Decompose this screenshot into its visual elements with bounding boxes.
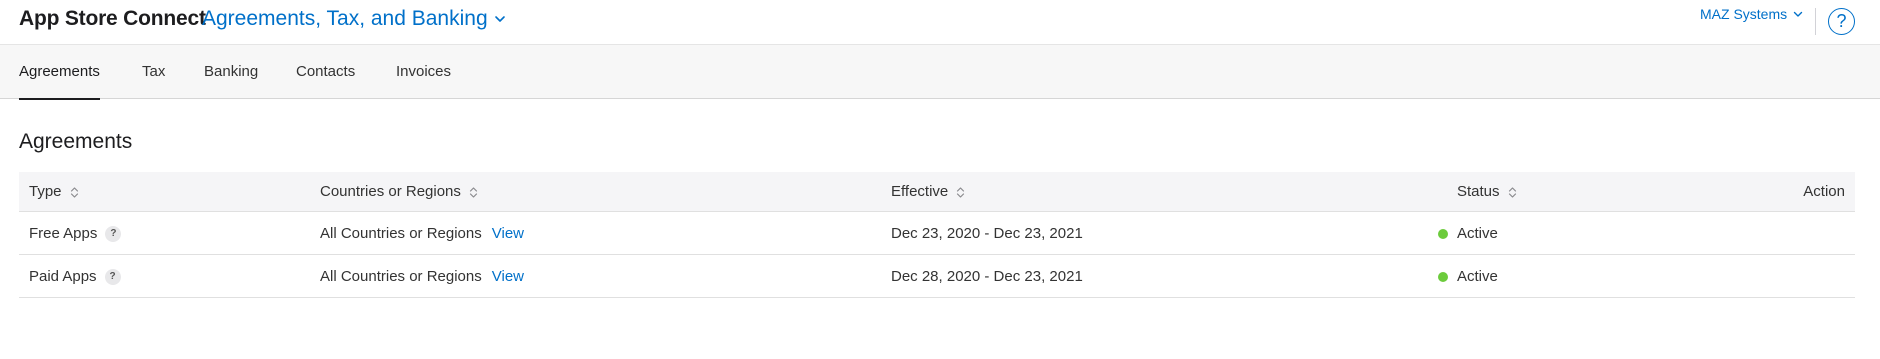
tab-agreements[interactable]: Agreements [19, 45, 100, 100]
cell-regions: All Countries or Regions View [320, 255, 524, 298]
question-badge-icon[interactable]: ? [104, 268, 121, 285]
column-header-effective[interactable]: Effective [891, 172, 965, 212]
column-header-regions[interactable]: Countries or Regions [320, 172, 478, 212]
status-text: Active [1457, 225, 1498, 242]
header-divider [1815, 8, 1816, 35]
column-header-status[interactable]: Status [1457, 172, 1517, 212]
tab-contacts[interactable]: Contacts [296, 45, 355, 99]
page-title: Agreements [19, 130, 133, 153]
regions-text: All Countries or Regions [320, 225, 482, 242]
status-text: Active [1457, 268, 1498, 285]
cell-type: Paid Apps ? [29, 255, 121, 298]
view-regions-link[interactable]: View [492, 212, 524, 255]
column-header-label: Countries or Regions [320, 183, 461, 200]
section-menu[interactable]: Agreements, Tax, and Banking [202, 7, 506, 31]
chevron-down-icon [494, 16, 505, 22]
cell-type: Free Apps ? [29, 212, 122, 255]
tab-tax[interactable]: Tax [142, 45, 165, 99]
column-header-label: Status [1457, 183, 1500, 200]
column-header-label: Action [1803, 183, 1845, 200]
cell-effective: Dec 23, 2020 - Dec 23, 2021 [891, 225, 1083, 242]
cell-regions: All Countries or Regions View [320, 212, 524, 255]
table-row: Free Apps ? All Countries or Regions Vie… [19, 212, 1855, 255]
top-header: App Store Connect Agreements, Tax, and B… [0, 0, 1880, 44]
sort-updown-icon [70, 186, 78, 198]
agreement-type: Paid Apps [29, 268, 97, 285]
sort-updown-icon [1508, 186, 1516, 198]
cell-effective: Dec 28, 2020 - Dec 23, 2021 [891, 268, 1083, 285]
sort-updown-icon [957, 186, 965, 198]
tab-banking[interactable]: Banking [204, 45, 258, 99]
account-menu[interactable]: MAZ Systems [1700, 6, 1803, 22]
table-row: Paid Apps ? All Countries or Regions Vie… [19, 255, 1855, 298]
question-badge-icon[interactable]: ? [105, 225, 122, 242]
help-button[interactable]: ? [1828, 8, 1855, 35]
account-name: MAZ Systems [1700, 6, 1788, 22]
agreement-type: Free Apps [29, 225, 98, 242]
table-header: Type Countries or Regions Effective Stat… [19, 172, 1855, 212]
status-dot-icon [1438, 228, 1448, 239]
view-regions-link[interactable]: View [492, 255, 524, 298]
column-header-type[interactable]: Type [29, 172, 79, 212]
cell-status: Active [1438, 212, 1498, 255]
agreements-table: Type Countries or Regions Effective Stat… [19, 172, 1855, 298]
cell-status: Active [1438, 255, 1498, 298]
section-menu-label: Agreements, Tax, and Banking [202, 7, 488, 30]
tab-bar: Agreements Tax Banking Contacts Invoices [0, 44, 1880, 100]
column-header-action: Action [1803, 172, 1845, 212]
tab-invoices[interactable]: Invoices [396, 45, 451, 99]
regions-text: All Countries or Regions [320, 268, 482, 285]
app-title: App Store Connect [19, 7, 206, 30]
question-circle-icon: ? [1836, 11, 1847, 31]
sort-updown-icon [469, 186, 478, 198]
column-header-label: Type [29, 183, 62, 200]
status-dot-icon [1438, 271, 1448, 282]
column-header-label: Effective [891, 183, 949, 200]
chevron-down-icon [1793, 11, 1803, 17]
